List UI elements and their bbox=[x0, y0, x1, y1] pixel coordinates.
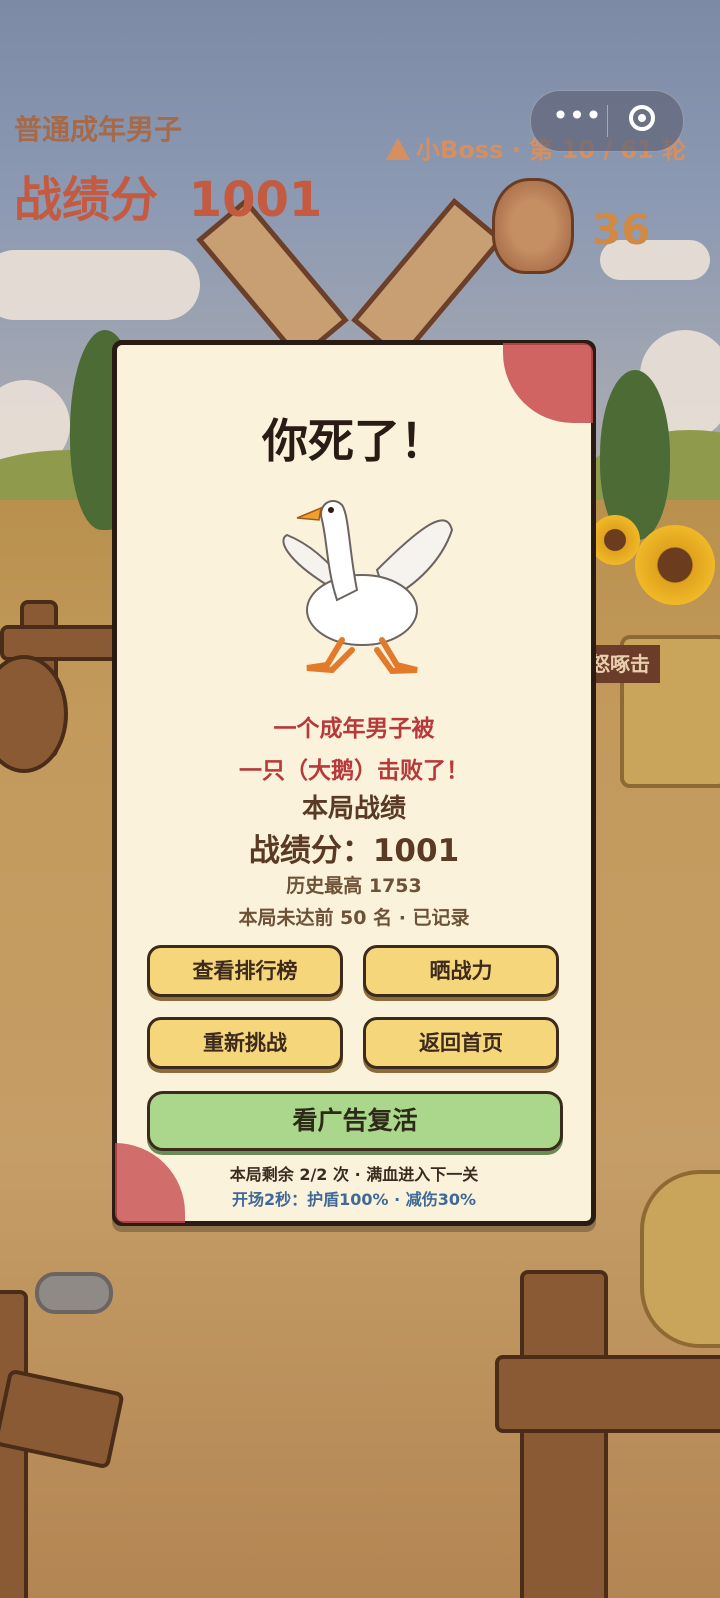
rank-status: 本局未达前 50 名 · 已记录 bbox=[238, 907, 470, 929]
score-value: 1001 bbox=[188, 172, 323, 228]
final-score: 战绩分：1001 bbox=[248, 833, 460, 869]
close-miniprogram-button[interactable] bbox=[629, 105, 655, 131]
death-dialog: 你死了！ 一个成年男子被 一只（大鹅）击败了！ 本局战绩 战绩分：1001 历史… bbox=[112, 340, 596, 1226]
defeat-line-2: 一只（大鹅）击败了！ bbox=[239, 758, 469, 784]
fence-rail bbox=[495, 1355, 720, 1433]
coin-count: 36 bbox=[592, 205, 651, 254]
stats-section-title: 本局战绩 bbox=[301, 794, 406, 824]
warning-icon bbox=[386, 138, 410, 160]
defeat-line-1: 一个成年男子被 bbox=[273, 716, 435, 742]
dialog-title: 你死了！ bbox=[262, 414, 446, 468]
miniprogram-capsule: ••• bbox=[530, 90, 684, 152]
retry-button[interactable]: 重新挑战 bbox=[147, 1017, 343, 1069]
more-menu-button[interactable]: ••• bbox=[549, 102, 605, 137]
sunflower bbox=[635, 525, 715, 605]
best-score: 历史最高 1753 bbox=[286, 875, 422, 897]
home-button[interactable]: 返回首页 bbox=[363, 1017, 559, 1069]
revive-remaining-note: 本局剩余 2/2 次 · 满血进入下一关 bbox=[229, 1165, 479, 1184]
goose-illustration bbox=[282, 500, 454, 675]
player-title: 普通成年男子 bbox=[14, 113, 183, 146]
share-button[interactable]: 晒战力 bbox=[363, 945, 559, 997]
revive-buff-note: 开场2秒：护盾100% · 减伤30% bbox=[231, 1190, 477, 1209]
sunflower bbox=[590, 515, 640, 565]
fence-post bbox=[520, 1270, 608, 1598]
watch-ad-revive-button[interactable]: 看广告复活 bbox=[147, 1091, 563, 1151]
goose-icon bbox=[257, 490, 457, 680]
capsule-divider bbox=[607, 105, 608, 137]
leaderboard-button[interactable]: 查看排行榜 bbox=[147, 945, 343, 997]
hud-score: 战绩分 1001 bbox=[14, 160, 322, 230]
hay-bale bbox=[640, 1170, 720, 1348]
cloud bbox=[0, 250, 200, 320]
rock bbox=[35, 1272, 113, 1314]
coin-bag-icon bbox=[492, 178, 574, 274]
score-label: 战绩分 bbox=[14, 172, 159, 228]
